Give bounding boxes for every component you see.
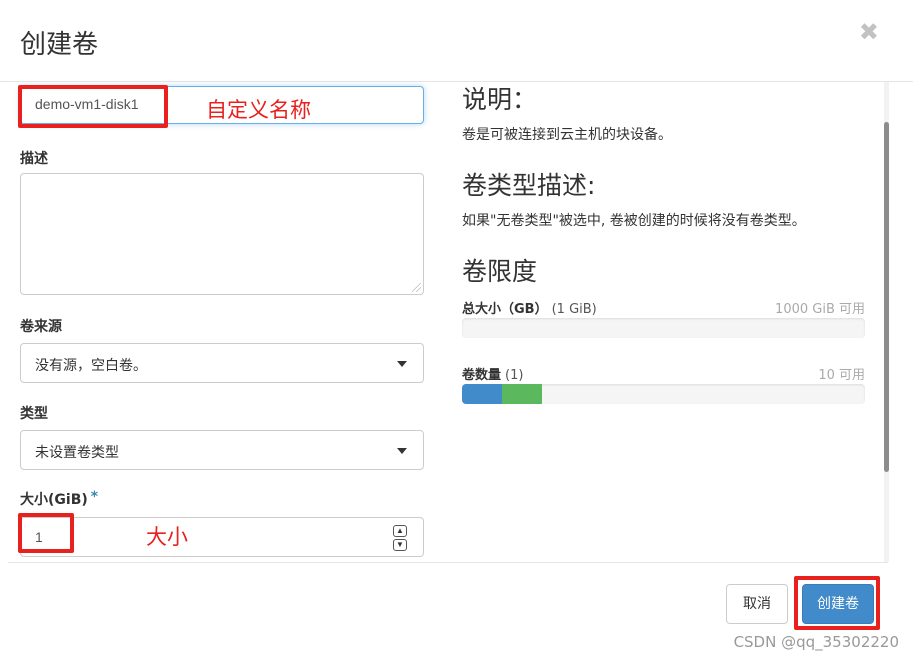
chevron-down-icon — [397, 448, 407, 454]
volume-source-selected: 没有源，空白卷。 — [35, 358, 147, 374]
total-size-quota-label: 总大小（GB） (1 GiB) — [462, 298, 597, 317]
total-size-progress — [462, 318, 865, 338]
chevron-down-icon — [397, 361, 407, 367]
required-mark: * — [90, 489, 99, 505]
volume-type-label: 类型 — [20, 406, 48, 422]
volume-source-select[interactable]: 没有源，空白卷。 — [20, 343, 424, 383]
description-heading: 说明： — [462, 85, 538, 114]
size-label-text: 大小(GiB) — [20, 492, 88, 508]
scrollbar-thumb[interactable] — [884, 122, 889, 472]
volume-count-used-fill — [462, 384, 502, 404]
total-size-available: 1000 GiB 可用 — [775, 302, 865, 317]
volume-type-selected: 未设置卷类型 — [35, 445, 119, 461]
description-textarea[interactable] — [20, 173, 424, 295]
size-stepper[interactable]: ▲ ▼ — [393, 525, 407, 551]
size-annotation: 大小 — [146, 525, 188, 549]
name-highlight-box — [18, 85, 168, 128]
volume-type-heading: 卷类型描述: — [462, 171, 596, 200]
volume-count-progress — [462, 384, 865, 404]
volume-count-new-fill — [502, 384, 542, 404]
limits-heading: 卷限度 — [462, 257, 538, 286]
close-icon[interactable]: ✖ — [859, 18, 879, 46]
resize-grip-icon[interactable] — [412, 283, 421, 292]
size-input[interactable]: 1 ▲ ▼ — [20, 517, 424, 557]
size-label: 大小(GiB) * — [20, 489, 98, 509]
chevron-down-icon[interactable]: ▼ — [393, 539, 407, 551]
cancel-button[interactable]: 取消 — [726, 584, 788, 624]
total-size-label: 总大小（GB） — [462, 302, 548, 317]
modal-header: 创建卷 ✖ — [0, 0, 913, 82]
modal-title: 创建卷 — [20, 30, 99, 60]
volume-count-label: 卷数量 — [462, 368, 502, 383]
size-highlight-box — [18, 513, 74, 553]
name-annotation: 自定义名称 — [206, 98, 311, 122]
volume-type-text: 如果"无卷类型"被选中, 卷被创建的时候将没有卷类型。 — [462, 213, 806, 229]
description-text: 卷是可被连接到云主机的块设备。 — [462, 127, 672, 143]
chevron-up-icon[interactable]: ▲ — [393, 525, 407, 537]
total-size-used: (1 GiB) — [551, 302, 597, 317]
volume-count-quota-label: 卷数量 (1) — [462, 364, 523, 383]
volume-count-used: (1) — [505, 368, 524, 383]
volume-count-available: 10 可用 — [818, 368, 865, 383]
watermark: CSDN @qq_35302220 — [733, 633, 899, 651]
volume-source-label: 卷来源 — [20, 319, 62, 335]
volume-type-select[interactable]: 未设置卷类型 — [20, 430, 424, 470]
create-volume-button[interactable]: 创建卷 — [802, 584, 874, 624]
description-label: 描述 — [20, 151, 48, 167]
